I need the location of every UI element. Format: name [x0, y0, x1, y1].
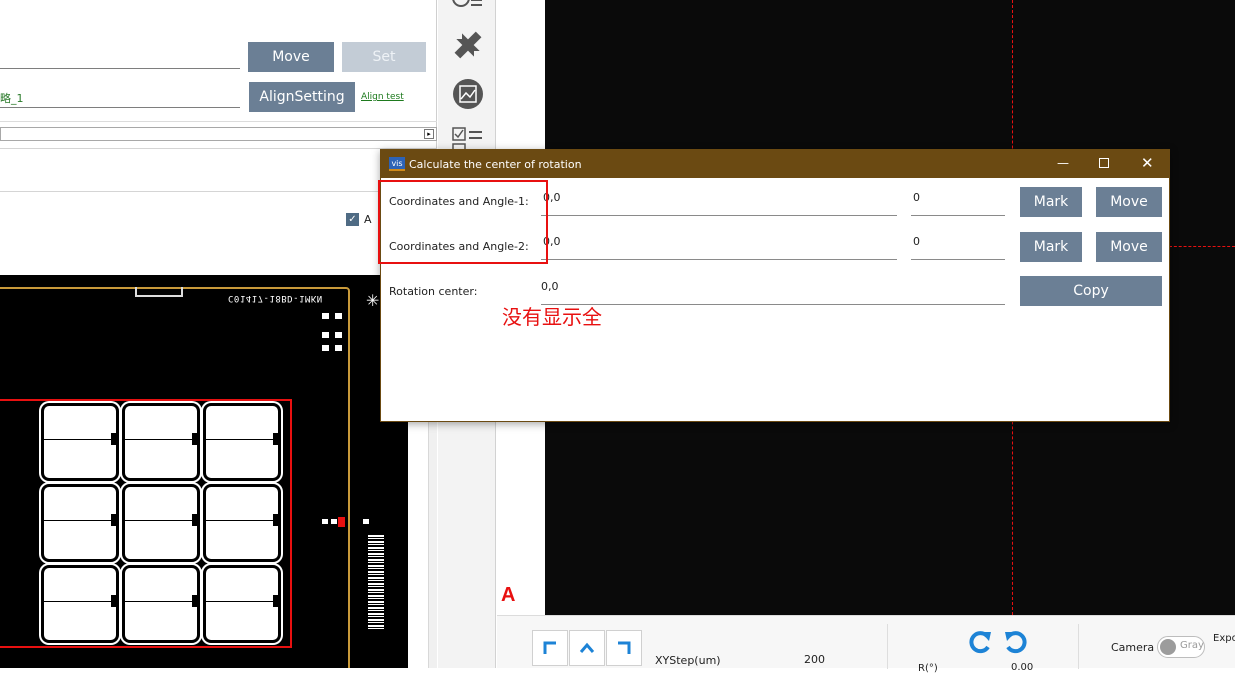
rotation-center-field[interactable]: 0,0: [541, 279, 1005, 305]
checkbox-label: A: [364, 213, 372, 226]
angle-2-field[interactable]: 0: [911, 234, 1005, 260]
panel-tile: [122, 403, 200, 481]
minimize-icon[interactable]: —: [1057, 156, 1069, 170]
fiducial: [363, 519, 369, 524]
toggle-knob: [1160, 639, 1176, 655]
barcode: [368, 535, 384, 631]
mark-2-button[interactable]: Mark: [1020, 232, 1082, 262]
tools-icon[interactable]: [452, 29, 484, 61]
move-1-button[interactable]: Move: [1096, 187, 1162, 217]
rotation-center-label: Rotation center:: [389, 285, 478, 298]
separator: [0, 121, 437, 122]
panel-tile: [41, 565, 119, 643]
panel-tile: [122, 565, 200, 643]
panel-tile: [122, 484, 200, 562]
rotate-cw-button[interactable]: [1001, 628, 1029, 656]
gray-label: Gray: [1180, 640, 1204, 651]
set-button[interactable]: Set: [342, 42, 426, 72]
fiducial: [322, 519, 328, 524]
board-tab: [135, 287, 183, 297]
exposure-label: Expo: [1213, 633, 1235, 644]
annotation-text: 没有显示全: [502, 305, 602, 329]
bottom-bar: XYStep(um) 200 R(°) 0.00 Camera Gray Exp…: [497, 615, 1235, 674]
scroll-right-button[interactable]: ▸: [424, 129, 434, 139]
image-icon[interactable]: [452, 78, 484, 110]
panel-tile: [203, 565, 281, 643]
app-icon: vis: [389, 157, 405, 171]
arrow-up-right-icon: [618, 641, 631, 654]
checkbox-checked-icon[interactable]: ✓: [346, 213, 359, 226]
angle-2-value: 0: [913, 235, 920, 248]
panel-tile: [41, 403, 119, 481]
maximize-icon[interactable]: [1099, 158, 1109, 168]
board-star-icon: ✳: [366, 291, 380, 310]
rotation-center-dialog: vis Calculate the center of rotation — ✕…: [378, 149, 1170, 422]
board-image: C01417-18BD-1MKN ✳: [0, 275, 408, 668]
dialog-title: Calculate the center of rotation: [409, 158, 582, 171]
checkbox-row[interactable]: ✓ A: [346, 213, 372, 226]
horizontal-scrollbar[interactable]: ▸: [0, 127, 437, 141]
rotate-ccw-button[interactable]: [967, 628, 995, 656]
board-silk-text: C01417-18BD-1MKN: [228, 293, 323, 303]
left-panel: Move Set 略_1 AlignSetting Align test ▸ ✓…: [0, 0, 437, 668]
r-label: R(°): [918, 663, 938, 674]
divider: [1078, 624, 1079, 669]
align-setting-button[interactable]: AlignSetting: [249, 82, 355, 112]
divider: [887, 624, 888, 669]
xystep-label: XYStep(um): [655, 654, 721, 667]
fiducial: [331, 519, 337, 524]
rotation-center-value: 0,0: [541, 280, 559, 293]
arrow-up-button[interactable]: [569, 630, 605, 666]
red-marker: [338, 517, 345, 527]
arrow-up-left-icon: [543, 641, 556, 654]
fiducial: [335, 345, 342, 351]
angle-1-value: 0: [913, 191, 920, 204]
rotate-cw-icon: [1005, 631, 1027, 654]
fiducial: [322, 332, 329, 338]
fiducial: [335, 332, 342, 338]
coords-2-field[interactable]: 0,0: [541, 234, 897, 260]
mark-1-button[interactable]: Mark: [1020, 187, 1082, 217]
position-field[interactable]: [0, 50, 240, 69]
xystep-value[interactable]: 200: [804, 653, 825, 666]
list-icon[interactable]: [452, 0, 484, 14]
move-button[interactable]: Move: [248, 42, 334, 72]
highlight-box: [378, 180, 548, 264]
arrow-up-icon: [579, 642, 595, 653]
panel-box: [0, 148, 437, 192]
crosshair-horizontal: [1169, 246, 1235, 247]
viewer-marker: A: [501, 584, 516, 606]
fiducial: [322, 345, 329, 351]
rotate-ccw-icon: [969, 631, 991, 654]
recipe-value: 略_1: [0, 92, 24, 105]
panel-tile: [41, 484, 119, 562]
angle-1-field[interactable]: 0: [911, 190, 1005, 216]
checklist-icon[interactable]: [452, 127, 484, 152]
align-test-link[interactable]: Align test: [361, 92, 404, 102]
recipe-field[interactable]: 略_1: [0, 88, 240, 108]
dialog-titlebar[interactable]: vis Calculate the center of rotation — ✕: [381, 150, 1169, 178]
move-2-button[interactable]: Move: [1096, 232, 1162, 262]
gray-toggle[interactable]: Gray: [1157, 636, 1205, 658]
panel-tile: [203, 403, 281, 481]
copy-button[interactable]: Copy: [1020, 276, 1162, 306]
camera-label: Camera: [1111, 641, 1155, 654]
fiducial: [335, 313, 342, 319]
panel-tile: [203, 484, 281, 562]
fiducial: [322, 313, 329, 319]
close-icon[interactable]: ✕: [1141, 154, 1154, 172]
arrow-up-left-button[interactable]: [532, 630, 568, 666]
arrow-up-right-button[interactable]: [606, 630, 642, 666]
coords-1-field[interactable]: 0,0: [541, 190, 897, 216]
